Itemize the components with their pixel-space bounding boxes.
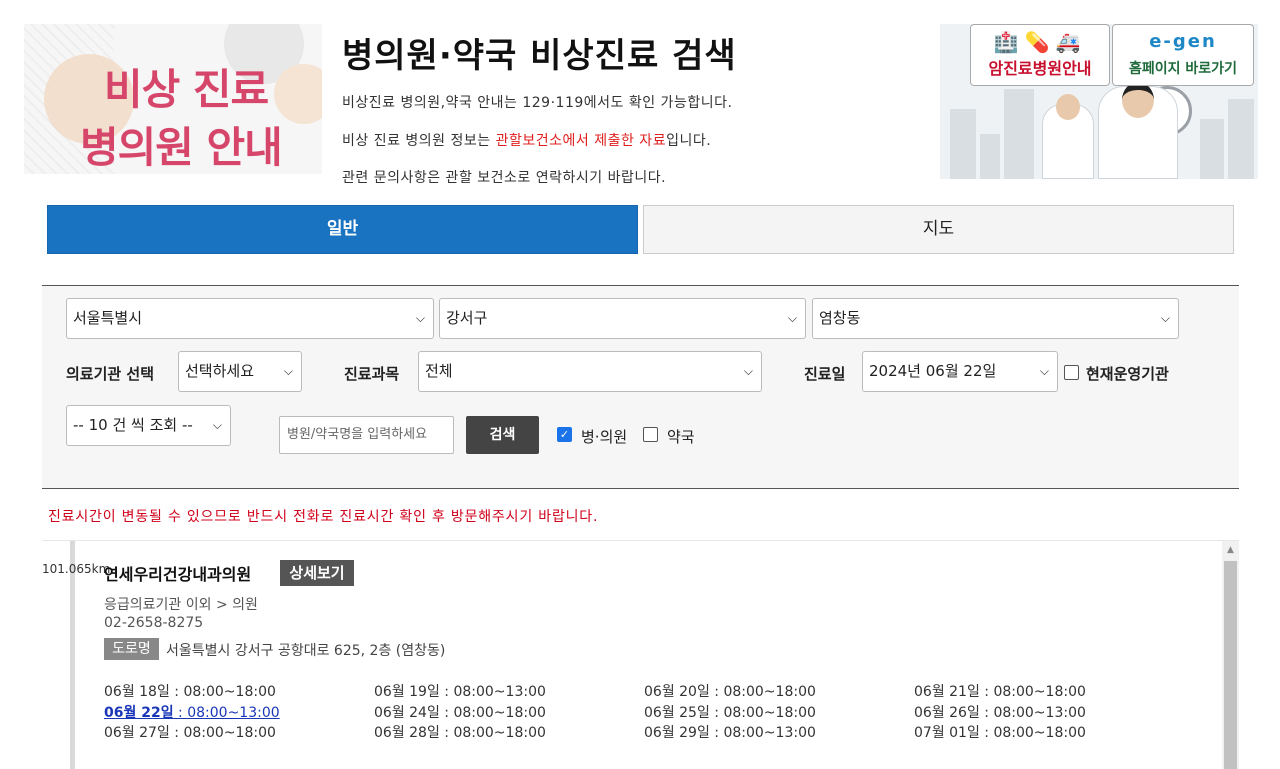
- dept-label: 진료과목: [344, 365, 400, 383]
- info-line-2: 비상 진료 병의원 정보는 관할보건소에서 제출한 자료입니다.: [342, 133, 712, 149]
- date-select[interactable]: 2024년 06월 22일 ⌵: [862, 351, 1058, 392]
- banner-line1: 비상 진료: [104, 65, 269, 114]
- district-select[interactable]: 강서구 ⌵: [439, 298, 806, 339]
- hours-item: 06월 24일 : 08:00~18:00: [374, 705, 546, 721]
- search-button[interactable]: 검색: [466, 416, 539, 454]
- chevron-down-icon: ⌵: [283, 364, 293, 378]
- hours-item: 06월 28일 : 08:00~18:00: [374, 725, 546, 741]
- date-label: 진료일: [804, 365, 846, 383]
- dept-select[interactable]: 전체 ⌵: [418, 351, 762, 392]
- dong-select[interactable]: 염창동 ⌵: [812, 298, 1179, 339]
- hospital-name[interactable]: 연세우리건강내과의원: [104, 561, 251, 585]
- hospital-icons: 🏥💊🚑: [993, 30, 1087, 54]
- visit-notice: 진료시간이 변동될 수 있으므로 반드시 전화로 진료시간 확인 후 방문해주시…: [48, 509, 599, 525]
- hospital-address: 서울특별시 강서구 공항대로 625, 2층 (염창동): [166, 643, 446, 659]
- name-search-input[interactable]: 병원/약국명을 입력하세요: [279, 416, 454, 454]
- operating-label: 현재운영기관: [1086, 365, 1169, 383]
- banner-line2: 병의원 안내: [80, 123, 283, 172]
- result-list: 101.065km 연세우리건강내과의원 상세보기 응급의료기관 이외 > 의원…: [42, 540, 1239, 769]
- hours-item: 06월 27일 : 08:00~18:00: [104, 725, 276, 741]
- info-line-1: 비상진료 병의원,약국 안내는 129·119에서도 확인 가능합니다.: [342, 95, 733, 111]
- chevron-down-icon: ⌵: [1160, 311, 1170, 325]
- hospital-category: 응급의료기관 이외 > 의원: [104, 597, 258, 613]
- scrollbar[interactable]: ▲: [1222, 541, 1239, 769]
- search-panel: 서울특별시 ⌵ 강서구 ⌵ 염창동 ⌵ 의료기관 선택 선택하세요 ⌵ 진료과목 전체 ⌵…: [42, 285, 1239, 489]
- hours-item: 06월 19일 : 08:00~13:00: [374, 684, 546, 700]
- hours-item: 06월 26일 : 08:00~13:00: [914, 705, 1086, 721]
- hours-item: 07월 01일 : 08:00~18:00: [914, 725, 1086, 741]
- road-address-badge: 도로명: [104, 638, 159, 660]
- info-highlight: 관할보건소에서 제출한 자료: [495, 133, 667, 149]
- clinic-checkbox[interactable]: ✓: [557, 427, 572, 442]
- hours-item: 06월 18일 : 08:00~18:00: [104, 684, 276, 700]
- operating-checkbox[interactable]: [1064, 365, 1079, 380]
- cancer-hospital-button[interactable]: 🏥💊🚑 암진료병원안내: [970, 24, 1110, 86]
- clinic-label: 병·의원: [581, 428, 628, 446]
- detail-button[interactable]: 상세보기: [280, 560, 354, 586]
- hours-item: 06월 20일 : 08:00~18:00: [644, 684, 816, 700]
- distance: 101.065km: [42, 562, 111, 576]
- scroll-thumb[interactable]: [1224, 561, 1237, 769]
- scroll-up-icon[interactable]: ▲: [1222, 543, 1239, 557]
- chevron-down-icon: ⌵: [787, 311, 797, 325]
- chevron-down-icon: ⌵: [1039, 364, 1049, 378]
- homepage-button[interactable]: e-gen 홈페이지 바로가기: [1112, 24, 1254, 86]
- pharmacy-label: 약국: [667, 428, 695, 446]
- hours-item: 06월 29일 : 08:00~13:00: [644, 725, 816, 741]
- tab-general[interactable]: 일반: [47, 205, 638, 254]
- facility-select[interactable]: 선택하세요 ⌵: [178, 351, 302, 392]
- egen-logo: e-gen: [1149, 31, 1217, 52]
- city-select[interactable]: 서울특별시 ⌵: [66, 298, 434, 339]
- hours-item-today: 06월 22일 : 08:00~13:00: [104, 705, 280, 721]
- info-line-3: 관련 문의사항은 관할 보건소로 연락하시기 바랍니다.: [342, 170, 667, 186]
- chevron-down-icon: ⌵: [212, 418, 222, 432]
- chevron-down-icon: ⌵: [743, 364, 753, 378]
- doctor-banner: 🏥💊🚑 암진료병원안내 e-gen 홈페이지 바로가기: [940, 24, 1258, 179]
- pharmacy-checkbox[interactable]: [643, 427, 658, 442]
- emergency-banner: 비상 진료 병의원 안내: [24, 24, 322, 174]
- hours-item: 06월 25일 : 08:00~18:00: [644, 705, 816, 721]
- facility-label: 의료기관 선택: [66, 365, 155, 383]
- chevron-down-icon: ⌵: [415, 311, 425, 325]
- page-size-select[interactable]: -- 10 건 씩 조회 -- ⌵: [66, 405, 231, 446]
- tab-map[interactable]: 지도: [643, 205, 1234, 254]
- page-title: 병의원·약국 비상진료 검색: [342, 36, 737, 76]
- hours-item: 06월 21일 : 08:00~18:00: [914, 684, 1086, 700]
- hospital-phone: 02-2658-8275: [104, 615, 204, 631]
